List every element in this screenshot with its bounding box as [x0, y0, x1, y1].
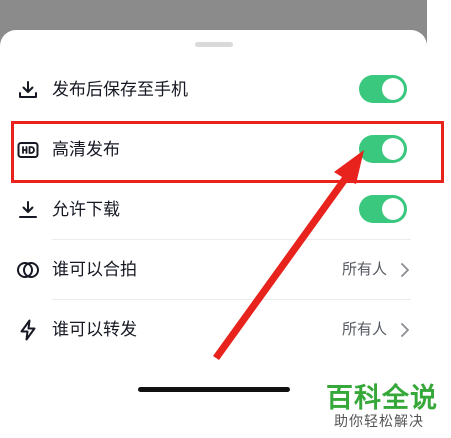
watermark-title: 百科全说 — [326, 383, 438, 413]
pointer-arrow — [213, 150, 364, 360]
watermark-subtitle: 助你轻松解决 — [334, 413, 424, 429]
home-indicator[interactable] — [138, 387, 290, 392]
watermark: 百科全说 助你轻松解决 — [318, 376, 451, 438]
